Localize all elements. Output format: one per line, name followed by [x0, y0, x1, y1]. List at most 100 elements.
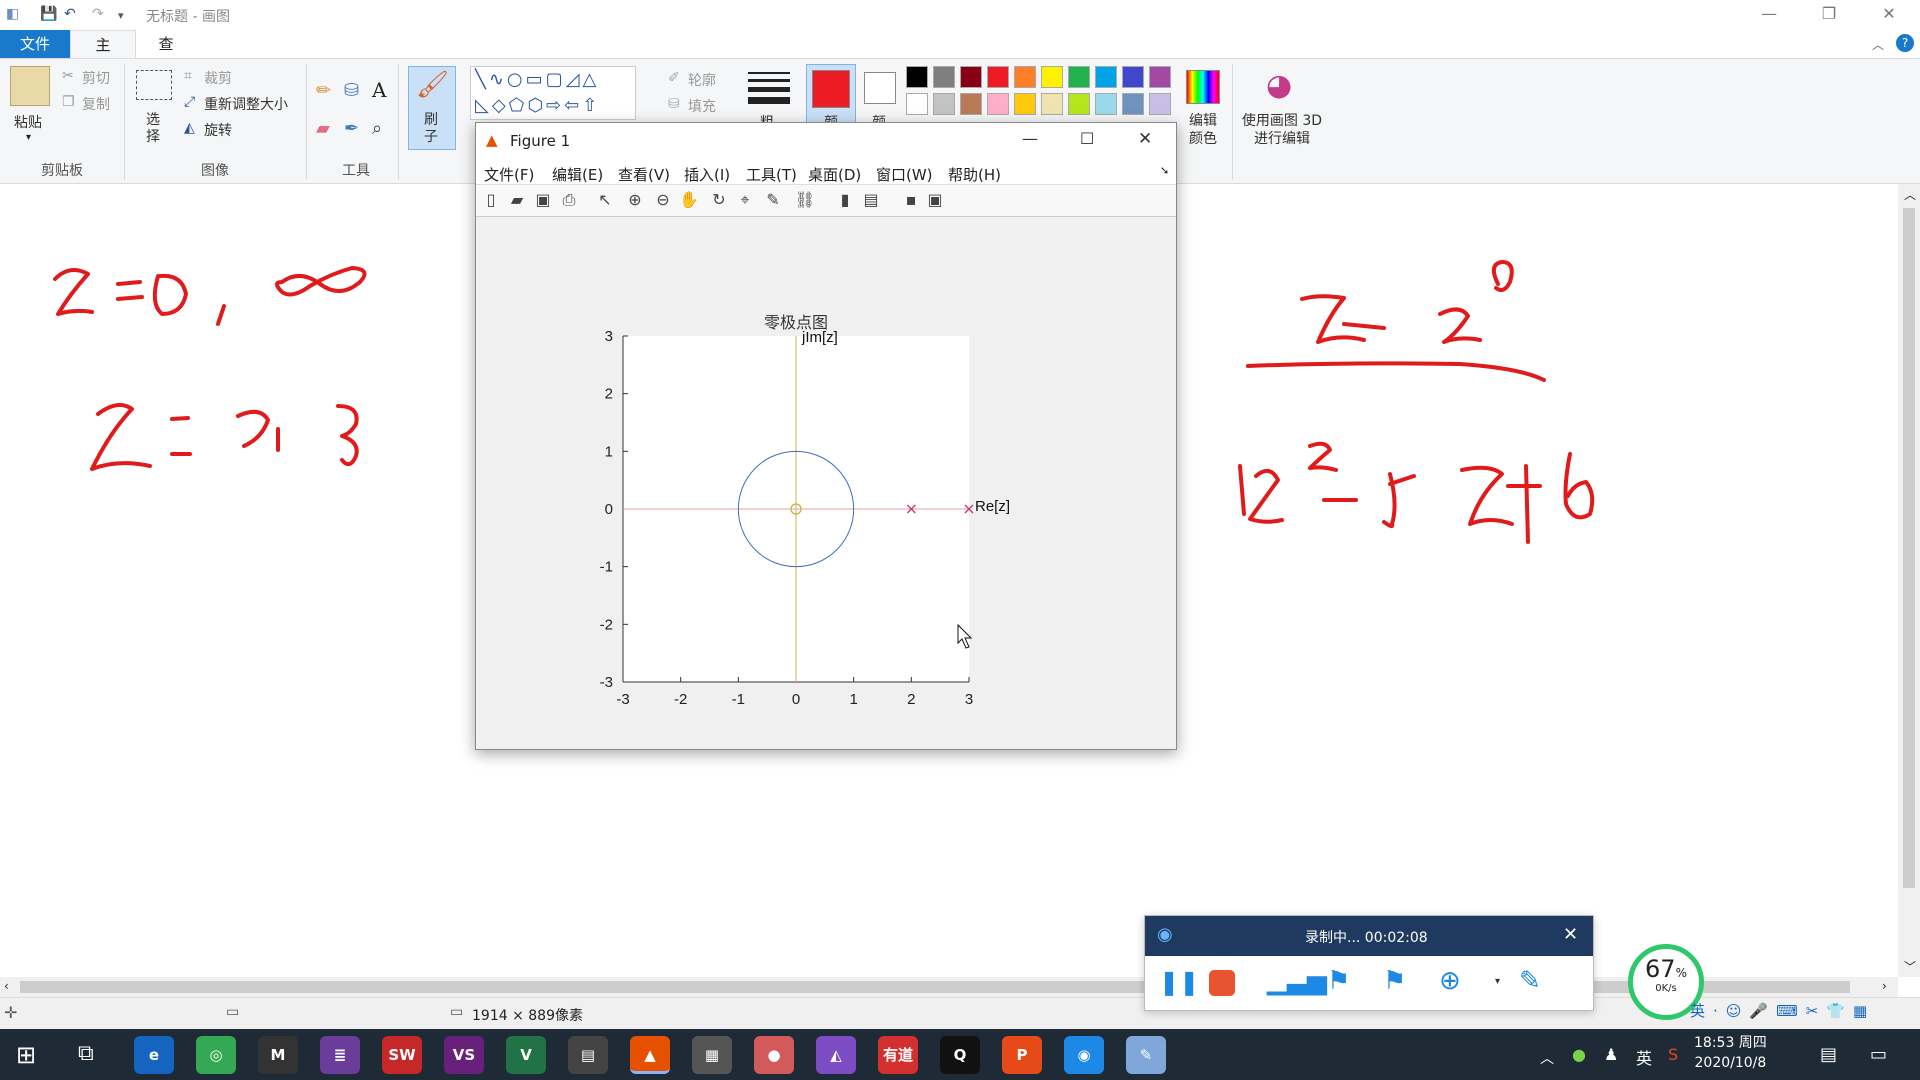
- select-icon[interactable]: [136, 70, 172, 100]
- excel-tool-icon[interactable]: V: [506, 1036, 546, 1074]
- notification-badge-icon[interactable]: ▤: [1820, 1044, 1837, 1065]
- size-icon[interactable]: [748, 70, 790, 104]
- palette-swatch[interactable]: [960, 66, 982, 88]
- tab-file[interactable]: 文件: [0, 30, 70, 58]
- edit-colors-button[interactable]: 编辑颜色: [1186, 112, 1220, 148]
- paste-dropdown-icon[interactable]: ▾: [26, 132, 31, 143]
- action-center-icon[interactable]: ▭: [1870, 1044, 1887, 1065]
- tray-app-icon[interactable]: ●: [1572, 1045, 1586, 1064]
- sogou-icon[interactable]: S: [1668, 1045, 1678, 1064]
- link-icon[interactable]: ⛓: [794, 189, 816, 211]
- solidworks-icon[interactable]: SW: [382, 1036, 422, 1074]
- figure-menu-item[interactable]: 插入(I): [684, 164, 730, 185]
- pencil-icon[interactable]: ✏: [316, 80, 331, 101]
- palette-swatch[interactable]: [1149, 66, 1171, 88]
- stop-button[interactable]: [1209, 970, 1235, 996]
- fill-bucket-icon[interactable]: ⛁: [344, 80, 359, 101]
- brush-icon[interactable]: ✎: [762, 189, 784, 211]
- color2-swatch[interactable]: [864, 72, 896, 104]
- palette-swatch[interactable]: [906, 66, 928, 88]
- palette-swatch[interactable]: [1122, 93, 1144, 115]
- pen-icon[interactable]: ✎: [1519, 966, 1541, 996]
- palette-swatch[interactable]: [933, 66, 955, 88]
- redo-icon[interactable]: ↷: [92, 6, 104, 22]
- scroll-down-icon[interactable]: ﹀: [1904, 958, 1916, 975]
- copy-button[interactable]: 复制: [82, 94, 110, 114]
- palette-swatch[interactable]: [1041, 66, 1063, 88]
- data-cursor-icon[interactable]: ⌖: [734, 189, 756, 211]
- media-icon[interactable]: ●: [754, 1036, 794, 1074]
- palette-swatch[interactable]: [1068, 93, 1090, 115]
- matlab-icon[interactable]: ▲: [630, 1036, 670, 1074]
- paint-icon[interactable]: ✎: [1126, 1036, 1166, 1074]
- figure-menu-item[interactable]: 桌面(D): [808, 164, 861, 185]
- palette-swatch[interactable]: [960, 93, 982, 115]
- edge-icon[interactable]: e: [134, 1036, 174, 1074]
- cut-button[interactable]: 剪切: [82, 68, 110, 88]
- qr-app-icon[interactable]: ▦: [692, 1036, 732, 1074]
- legend-icon[interactable]: ▤: [860, 189, 882, 211]
- palette-swatch[interactable]: [1149, 93, 1171, 115]
- palette-swatch[interactable]: [906, 93, 928, 115]
- minimize-button[interactable]: —: [1746, 0, 1792, 30]
- pan-icon[interactable]: ✋: [678, 189, 700, 211]
- ime-toolbar[interactable]: 英·☺🎤⌨✂👕▦: [1690, 1000, 1916, 1026]
- mathcad-icon[interactable]: M: [258, 1036, 298, 1074]
- start-icon[interactable]: ⊞: [16, 1041, 36, 1069]
- palette-swatch[interactable]: [987, 93, 1009, 115]
- vertical-scroll-thumb[interactable]: [1903, 208, 1915, 888]
- palette-swatch[interactable]: [987, 66, 1009, 88]
- pause-button[interactable]: ❚❚: [1159, 968, 1199, 996]
- figure-maximize-button[interactable]: ☐: [1080, 129, 1094, 148]
- palette-swatch[interactable]: [1095, 66, 1117, 88]
- figure-close-button[interactable]: ✕: [1138, 129, 1152, 149]
- rar-icon[interactable]: ≣: [320, 1036, 360, 1074]
- tray-expand-icon[interactable]: ︿: [1540, 1048, 1554, 1068]
- tab-view[interactable]: 查看: [136, 30, 196, 81]
- quick-save-icon[interactable]: 💾: [40, 6, 57, 22]
- tab-home[interactable]: 主页: [70, 30, 136, 82]
- crop-button[interactable]: 裁剪: [204, 68, 232, 88]
- open-icon[interactable]: ▰: [506, 189, 528, 211]
- webcam-add-icon[interactable]: ⊕: [1439, 966, 1461, 996]
- scroll-up-icon[interactable]: ︿: [1904, 186, 1916, 203]
- rotate-3d-icon[interactable]: ↻: [708, 189, 730, 211]
- print-icon[interactable]: ⎙: [558, 189, 580, 211]
- undo-icon[interactable]: ↶: [64, 6, 76, 22]
- paste-icon[interactable]: [10, 66, 50, 106]
- palette-swatch[interactable]: [1068, 66, 1090, 88]
- hide-plot-tools-icon[interactable]: ▪: [900, 189, 922, 211]
- stats-icon[interactable]: ▁▃▅: [1267, 966, 1327, 996]
- paint3d-icon[interactable]: ◕: [1266, 68, 1292, 103]
- shapes-gallery[interactable]: ╲∿○▭▢◿△ ◺◇⬠⬡⇨⇦⇧: [470, 66, 636, 120]
- resize-button[interactable]: 重新调整大小: [204, 94, 288, 114]
- visio-icon[interactable]: ◭: [816, 1036, 856, 1074]
- edit-colors-icon[interactable]: [1186, 70, 1220, 104]
- figure-menu-item[interactable]: 帮助(H): [948, 164, 1001, 185]
- webcam-dropdown-icon[interactable]: ▾: [1495, 976, 1500, 987]
- horizontal-scrollbar[interactable]: ‹ ›: [0, 977, 1898, 997]
- magnifier-icon[interactable]: ⌕: [372, 118, 382, 139]
- rotate-button[interactable]: 旋转: [204, 120, 232, 140]
- show-plot-tools-icon[interactable]: ▣: [924, 189, 946, 211]
- palette-swatch[interactable]: [1122, 66, 1144, 88]
- tray-qq-icon[interactable]: ♟: [1604, 1045, 1618, 1064]
- figure-menu-item[interactable]: 文件(F): [484, 164, 534, 185]
- qq-icon[interactable]: Q: [940, 1036, 980, 1074]
- recorder-app-icon[interactable]: ◉: [1064, 1036, 1104, 1074]
- save-icon[interactable]: ▣: [532, 189, 554, 211]
- palette-swatch[interactable]: [1014, 93, 1036, 115]
- task-view-icon[interactable]: ⧉: [78, 1041, 94, 1066]
- figure-menu-item[interactable]: 窗口(W): [876, 164, 933, 185]
- flag-alt-icon[interactable]: ⚑: [1383, 966, 1406, 996]
- dock-icon[interactable]: ➘: [1160, 164, 1169, 177]
- help-icon[interactable]: ?: [1896, 34, 1914, 52]
- tray-ime-language[interactable]: 英: [1636, 1045, 1652, 1069]
- palette-swatch[interactable]: [1041, 93, 1063, 115]
- text-tool-icon[interactable]: A: [372, 78, 386, 102]
- paint3d-button[interactable]: 使用画图 3D 进行编辑: [1240, 112, 1324, 148]
- figure-menu-item[interactable]: 编辑(E): [552, 164, 603, 185]
- figure-menu-item[interactable]: 工具(T): [746, 164, 797, 185]
- wps-icon[interactable]: P: [1002, 1036, 1042, 1074]
- ime-language[interactable]: 英: [1690, 1002, 1713, 1020]
